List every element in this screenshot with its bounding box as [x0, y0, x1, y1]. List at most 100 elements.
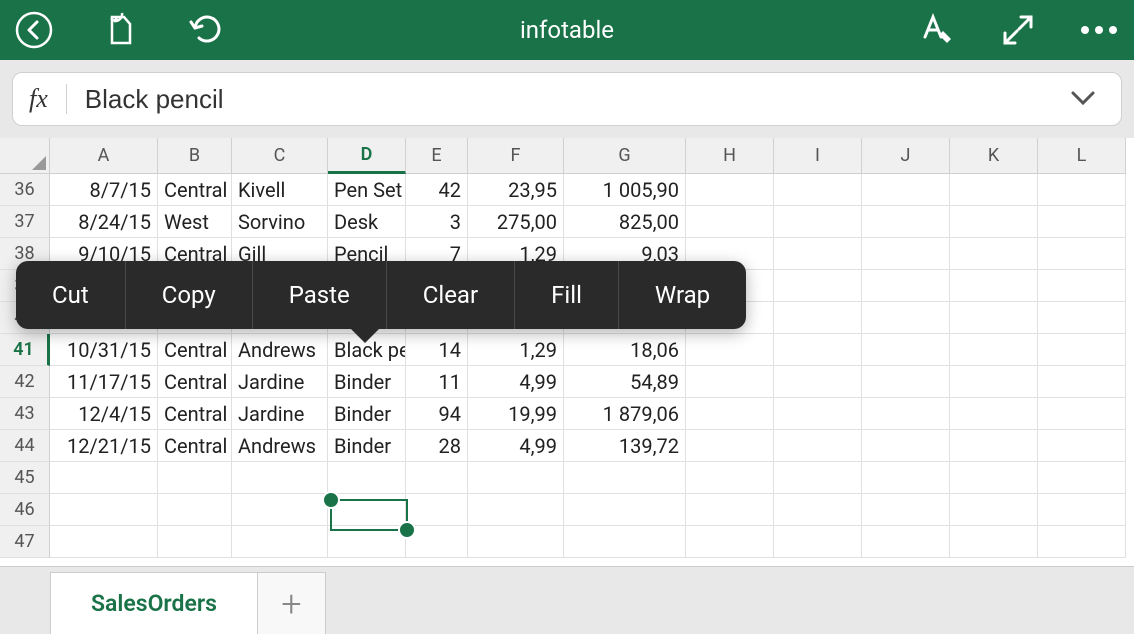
cell[interactable]: 1 879,06 — [564, 398, 686, 430]
cell[interactable] — [1038, 430, 1126, 462]
cell[interactable]: Binder — [328, 366, 406, 398]
cell[interactable]: 11 — [406, 366, 468, 398]
cell[interactable] — [950, 462, 1038, 494]
cell[interactable] — [468, 462, 564, 494]
cell[interactable] — [950, 206, 1038, 238]
cell[interactable] — [1038, 270, 1126, 302]
formula-input[interactable] — [67, 84, 1061, 115]
cell[interactable] — [1038, 174, 1126, 206]
cell[interactable] — [50, 526, 158, 558]
cell[interactable]: Binder — [328, 398, 406, 430]
cell[interactable] — [1038, 494, 1126, 526]
cell[interactable]: Jardine — [232, 366, 328, 398]
expand-icon[interactable] — [1001, 13, 1035, 47]
cell[interactable] — [862, 238, 950, 270]
cell[interactable] — [686, 174, 774, 206]
cell[interactable] — [950, 334, 1038, 366]
chevron-down-icon[interactable] — [1061, 90, 1105, 109]
cell[interactable] — [950, 526, 1038, 558]
cell[interactable] — [862, 462, 950, 494]
cell[interactable] — [1038, 366, 1126, 398]
cell[interactable] — [774, 206, 862, 238]
cell[interactable] — [686, 366, 774, 398]
cell[interactable]: Andrews — [232, 334, 328, 366]
cell[interactable] — [774, 430, 862, 462]
cell[interactable] — [1038, 334, 1126, 366]
cell[interactable]: 54,89 — [564, 366, 686, 398]
cell[interactable]: 18,06 — [564, 334, 686, 366]
cell[interactable] — [950, 366, 1038, 398]
cell[interactable] — [1038, 206, 1126, 238]
cell[interactable]: Sorvino — [232, 206, 328, 238]
cell[interactable] — [950, 494, 1038, 526]
cell[interactable] — [1038, 238, 1126, 270]
column-header-l[interactable]: L — [1038, 138, 1126, 174]
cell[interactable]: 1,29 — [468, 334, 564, 366]
cell[interactable] — [686, 398, 774, 430]
cell[interactable] — [950, 238, 1038, 270]
cell[interactable]: 12/4/15 — [50, 398, 158, 430]
cell[interactable] — [862, 174, 950, 206]
cell[interactable]: Desk — [328, 206, 406, 238]
cell[interactable] — [1038, 302, 1126, 334]
row-header-47[interactable]: 47 — [0, 526, 50, 558]
cell[interactable] — [1038, 526, 1126, 558]
more-icon[interactable] — [1079, 25, 1119, 35]
undo-icon[interactable] — [187, 12, 223, 48]
file-icon[interactable] — [101, 11, 139, 49]
cell[interactable]: 14 — [406, 334, 468, 366]
cell[interactable] — [774, 270, 862, 302]
cell[interactable] — [468, 526, 564, 558]
cell[interactable]: 275,00 — [468, 206, 564, 238]
cell[interactable] — [774, 462, 862, 494]
cell[interactable] — [564, 526, 686, 558]
cell[interactable]: 42 — [406, 174, 468, 206]
cell[interactable]: 11/17/15 — [50, 366, 158, 398]
context-menu-fill[interactable]: Fill — [515, 261, 619, 329]
cell[interactable]: 23,95 — [468, 174, 564, 206]
cell[interactable]: 8/7/15 — [50, 174, 158, 206]
column-header-f[interactable]: F — [468, 138, 564, 174]
cell[interactable] — [232, 462, 328, 494]
cell[interactable]: Central — [158, 334, 232, 366]
cell[interactable] — [686, 462, 774, 494]
cell[interactable] — [862, 398, 950, 430]
cell[interactable] — [950, 174, 1038, 206]
cell[interactable]: West — [158, 206, 232, 238]
cell[interactable]: 139,72 — [564, 430, 686, 462]
cell[interactable] — [158, 526, 232, 558]
cell[interactable]: Binder — [328, 430, 406, 462]
cell[interactable] — [950, 430, 1038, 462]
row-header-46[interactable]: 46 — [0, 494, 50, 526]
column-header-k[interactable]: K — [950, 138, 1038, 174]
cell[interactable] — [774, 494, 862, 526]
cell[interactable]: 4,99 — [468, 366, 564, 398]
row-header-44[interactable]: 44 — [0, 430, 50, 462]
column-header-j[interactable]: J — [862, 138, 950, 174]
cell[interactable]: Central — [158, 398, 232, 430]
column-header-c[interactable]: C — [232, 138, 328, 174]
add-sheet-button[interactable]: + — [258, 572, 326, 634]
cell[interactable]: 825,00 — [564, 206, 686, 238]
cell[interactable]: 1 005,90 — [564, 174, 686, 206]
cell[interactable] — [774, 302, 862, 334]
cell[interactable] — [774, 398, 862, 430]
cell[interactable] — [328, 462, 406, 494]
cell[interactable] — [686, 334, 774, 366]
row-header-37[interactable]: 37 — [0, 206, 50, 238]
cell[interactable] — [1038, 462, 1126, 494]
cell[interactable] — [158, 462, 232, 494]
cell[interactable] — [1038, 398, 1126, 430]
column-header-a[interactable]: A — [50, 138, 158, 174]
row-header-45[interactable]: 45 — [0, 462, 50, 494]
back-icon[interactable] — [15, 11, 53, 49]
cell[interactable] — [774, 334, 862, 366]
cell[interactable] — [232, 526, 328, 558]
cell[interactable]: Central — [158, 430, 232, 462]
cell[interactable] — [50, 494, 158, 526]
row-header-36[interactable]: 36 — [0, 174, 50, 206]
cell[interactable]: Jardine — [232, 398, 328, 430]
context-menu-wrap[interactable]: Wrap — [619, 261, 746, 329]
cell[interactable] — [686, 526, 774, 558]
cell[interactable]: Central — [158, 174, 232, 206]
